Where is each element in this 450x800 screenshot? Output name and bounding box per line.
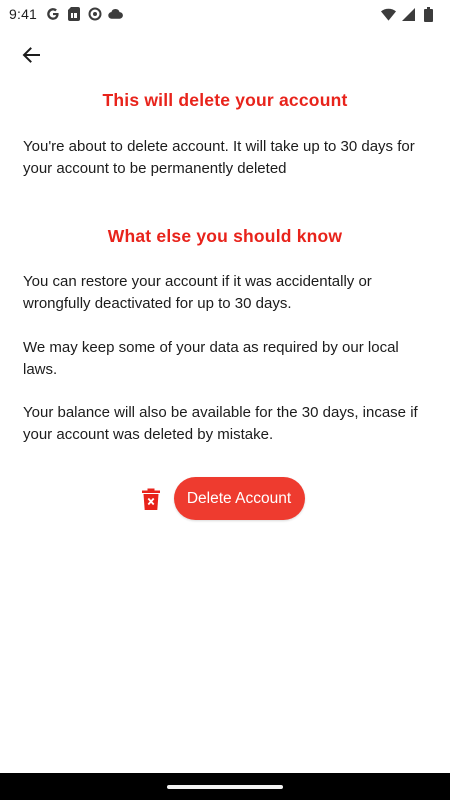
info-paragraph-restore: You can restore your account if it was a… — [23, 273, 372, 312]
wifi-icon — [381, 7, 396, 22]
home-gesture-handle[interactable] — [167, 784, 283, 789]
signal-icon — [401, 7, 416, 22]
cloud-icon — [108, 7, 123, 22]
status-time: 9:41 — [9, 6, 38, 22]
status-notification-icons — [45, 7, 123, 22]
intro-text: You're about to delete account. It will … — [23, 138, 415, 177]
google-icon — [45, 7, 60, 22]
info-paragraph-data: We may keep some of your data as require… — [23, 339, 399, 378]
battery-icon — [421, 6, 436, 22]
delete-account-button[interactable]: Delete Account — [173, 477, 305, 520]
arrow-left-icon — [21, 45, 41, 70]
delete-action-row: Delete Account — [0, 477, 450, 520]
page-title: This will delete your account — [102, 90, 348, 110]
status-system-icons — [381, 6, 436, 22]
back-button[interactable] — [14, 40, 48, 74]
section-title: What else you should know — [107, 226, 343, 246]
trash-icon — [140, 488, 162, 510]
status-bar: 9:41 — [0, 0, 450, 28]
delete-account-screen: 9:41 This will delete your account You'r… — [0, 0, 450, 800]
sim-card-icon — [66, 7, 81, 22]
system-navigation-bar — [0, 773, 450, 800]
sync-icon — [87, 7, 102, 22]
info-paragraph-balance: Your balance will also be available for … — [23, 404, 418, 443]
